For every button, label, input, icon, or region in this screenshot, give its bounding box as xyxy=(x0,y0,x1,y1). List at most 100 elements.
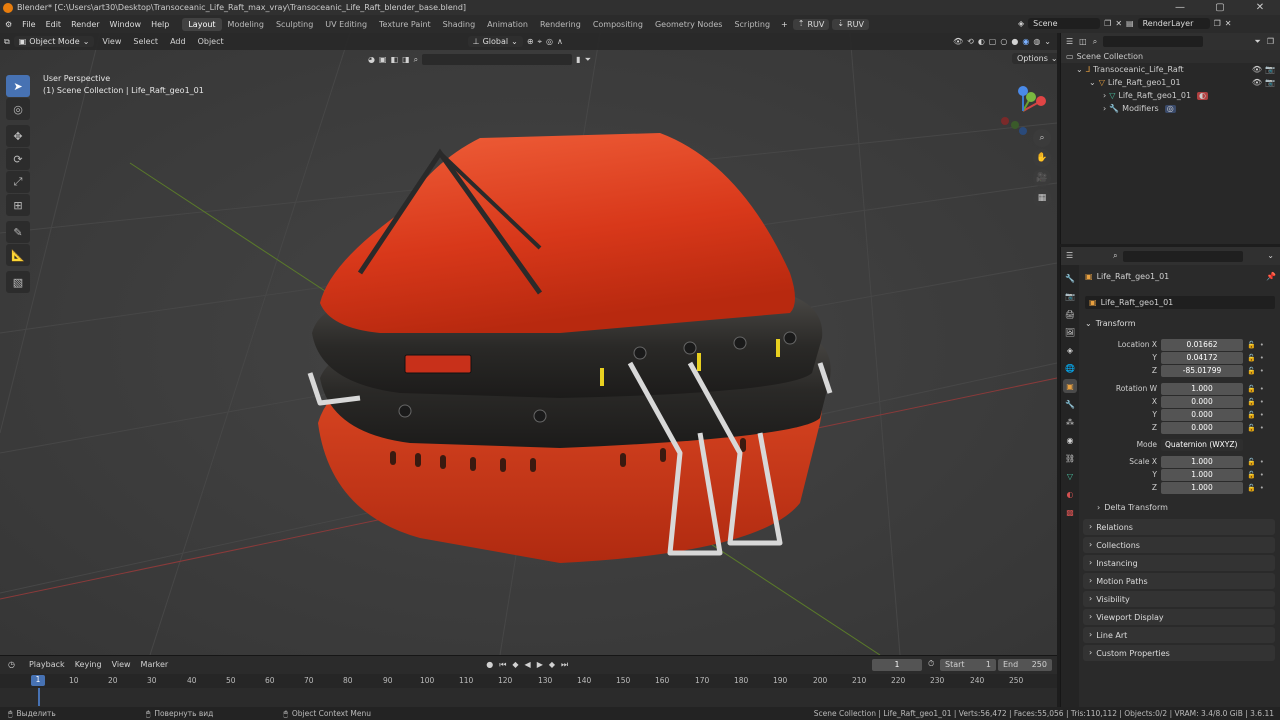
properties-search-input[interactable] xyxy=(1122,250,1243,262)
delta-transform-header[interactable]: › Delta Transform xyxy=(1097,503,1168,512)
pivot-icon[interactable]: ⊕ xyxy=(527,37,534,46)
menu-add[interactable]: Add xyxy=(166,37,190,46)
annotate-tool-icon[interactable]: ✎ xyxy=(6,221,30,243)
keyframe-dot-icon[interactable]: • xyxy=(1260,341,1264,349)
tab-shading[interactable]: Shading xyxy=(437,18,482,31)
color-wheel-icon[interactable]: ◕ xyxy=(368,55,375,64)
tab-sculpting[interactable]: Sculpting xyxy=(270,18,319,31)
ruv-down-button[interactable]: ⇣ RUV xyxy=(832,18,869,30)
world-tab-icon[interactable]: 🌐 xyxy=(1063,361,1077,375)
tab-modeling[interactable]: Modeling xyxy=(222,18,270,31)
keyframe-dot-icon[interactable]: • xyxy=(1260,458,1264,466)
location-x-field[interactable]: 0.01662 xyxy=(1161,338,1243,351)
transform-panel-header[interactable]: ⌄ Transform xyxy=(1085,319,1136,328)
rotation-y-field[interactable]: 0.000 xyxy=(1161,408,1243,421)
menu-object[interactable]: Object xyxy=(194,37,228,46)
menu-help[interactable]: Help xyxy=(146,20,174,29)
transform-tool-icon[interactable]: ⊞ xyxy=(6,194,30,216)
prev-keyframe-icon[interactable]: ◆ xyxy=(512,660,518,669)
shading-solid-icon[interactable]: ● xyxy=(1011,37,1018,46)
new-collection-icon[interactable]: ❐ xyxy=(1267,37,1274,46)
rotate-tool-icon[interactable]: ⟳ xyxy=(6,148,30,170)
snap-icon[interactable]: ⌖ xyxy=(538,37,543,46)
stopwatch-icon[interactable]: ⏱ xyxy=(928,660,934,668)
options-button[interactable]: Options ⌄ xyxy=(1012,53,1057,64)
lock-icon[interactable]: 🔓 xyxy=(1247,385,1256,393)
ruv-up-button[interactable]: ⇡ RUV xyxy=(792,18,830,30)
editor-type-icon[interactable]: ☰ xyxy=(1066,37,1073,46)
panel-visibility[interactable]: › Visibility xyxy=(1083,591,1275,607)
lock-icon[interactable]: 🔓 xyxy=(1247,484,1256,492)
visibility-icon[interactable]: 👁 xyxy=(953,37,963,46)
render-layer-icon[interactable]: ▤ xyxy=(1126,19,1134,28)
new-scene-icon[interactable]: ❐ xyxy=(1104,19,1111,28)
xray-icon[interactable]: ▢ xyxy=(989,37,997,46)
outliner-search-input[interactable] xyxy=(1103,36,1204,47)
panel-viewport-display[interactable]: › Viewport Display xyxy=(1083,609,1275,625)
view-layer-tab-icon[interactable]: 🖼 xyxy=(1063,325,1077,339)
filter-icon[interactable]: ⏷ xyxy=(1254,37,1260,46)
material-tab-icon[interactable]: ◐ xyxy=(1063,487,1077,501)
start-frame-field[interactable]: Start 1 xyxy=(940,659,996,671)
tab-texture-paint[interactable]: Texture Paint xyxy=(373,18,437,31)
view-icon[interactable]: ◨ xyxy=(402,55,410,64)
select-box-icon[interactable]: ▣ xyxy=(379,55,387,64)
shading-rendered-icon[interactable]: ◍ xyxy=(1033,37,1040,46)
record-icon[interactable]: ● xyxy=(486,660,493,669)
scale-x-field[interactable]: 1.000 xyxy=(1161,455,1243,468)
gizmo-icon[interactable]: ⟲ xyxy=(967,37,974,46)
outliner-item[interactable]: ⌄ ▽ Life_Raft_geo1_01 👁 📷 xyxy=(1061,76,1280,89)
jump-start-icon[interactable]: ⏮ xyxy=(499,660,506,669)
lock-icon[interactable]: 🔓 xyxy=(1247,424,1256,432)
play-reverse-icon[interactable]: ◀ xyxy=(525,660,531,669)
tab-uv-editing[interactable]: UV Editing xyxy=(319,18,373,31)
tab-animation[interactable]: Animation xyxy=(481,18,534,31)
keyframe-dot-icon[interactable]: • xyxy=(1260,471,1264,479)
shading-material-icon[interactable]: ◉ xyxy=(1022,37,1029,46)
next-keyframe-icon[interactable]: ◆ xyxy=(549,660,555,669)
editor-type-icon[interactable]: ⚙ xyxy=(0,20,17,29)
select-tool-icon[interactable]: ➤ xyxy=(6,75,30,97)
expand-icon[interactable]: ⌄ xyxy=(1076,65,1083,74)
lock-icon[interactable]: 🔓 xyxy=(1247,354,1256,362)
3d-viewport[interactable]: ⧉ ▣ Object Mode ⌄ View Select Add Object ⊥… xyxy=(0,33,1057,655)
keyframe-dot-icon[interactable]: • xyxy=(1260,354,1264,362)
tab-layout[interactable]: Layout xyxy=(182,17,222,31)
minimize-icon[interactable]: — xyxy=(1160,0,1200,15)
view-icon[interactable]: ◧ xyxy=(391,55,399,64)
tool-tab-icon[interactable]: 🔧 xyxy=(1063,271,1077,285)
display-mode-icon[interactable]: ◫ xyxy=(1079,37,1087,46)
panel-collections[interactable]: › Collections xyxy=(1083,537,1275,553)
lock-icon[interactable]: 🔓 xyxy=(1247,471,1256,479)
menu-marker[interactable]: Marker xyxy=(141,660,169,669)
viewport-search-input[interactable] xyxy=(422,54,573,65)
outliner-item[interactable]: › ▽ Life_Raft_geo1_01 ◐ xyxy=(1061,89,1280,102)
camera-icon[interactable]: 🎥 xyxy=(1033,169,1051,187)
menu-window[interactable]: Window xyxy=(105,20,147,29)
mode-selector[interactable]: ▣ Object Mode ⌄ xyxy=(13,36,95,47)
zoom-icon[interactable]: ⌕ xyxy=(1033,129,1051,147)
menu-playback[interactable]: Playback xyxy=(29,660,65,669)
lock-icon[interactable]: 🔓 xyxy=(1247,398,1256,406)
panel-instancing[interactable]: › Instancing xyxy=(1083,555,1275,571)
outliner-item[interactable]: › 🔧 Modifiers ◎ xyxy=(1061,102,1280,115)
add-workspace-icon[interactable]: + xyxy=(776,20,793,29)
menu-file[interactable]: File xyxy=(17,20,40,29)
scale-y-field[interactable]: 1.000 xyxy=(1161,468,1243,481)
constraints-tab-icon[interactable]: ⛓ xyxy=(1063,451,1077,465)
pin-icon[interactable]: 📌 xyxy=(1266,273,1276,281)
keyframe-dot-icon[interactable]: • xyxy=(1260,424,1264,432)
scale-z-field[interactable]: 1.000 xyxy=(1161,481,1243,494)
ortho-grid-icon[interactable]: ▦ xyxy=(1033,189,1051,207)
pan-hand-icon[interactable]: ✋ xyxy=(1033,149,1051,167)
falloff-icon[interactable]: ∧ xyxy=(557,37,563,46)
expand-icon[interactable]: ⌄ xyxy=(1089,78,1096,87)
keyframe-dot-icon[interactable]: • xyxy=(1260,411,1264,419)
scene-tab-icon[interactable]: ◈ xyxy=(1063,343,1077,357)
shading-options-icon[interactable]: ⌄ xyxy=(1044,37,1051,46)
lock-icon[interactable]: 🔓 xyxy=(1247,367,1256,375)
editor-type-icon[interactable]: ◷ xyxy=(8,660,15,669)
play-icon[interactable]: ▶ xyxy=(537,660,543,669)
camera-render-icon[interactable]: 📷 xyxy=(1265,65,1275,74)
expand-icon[interactable]: › xyxy=(1103,91,1106,100)
